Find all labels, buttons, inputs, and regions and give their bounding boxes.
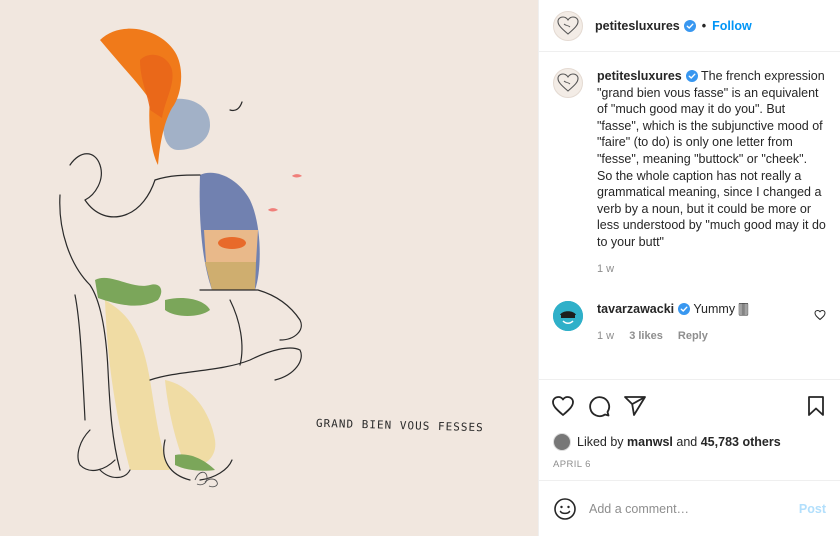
share-icon [624, 395, 646, 416]
caption-timestamp[interactable]: 1 w [597, 263, 614, 275]
likes-others[interactable]: 45,783 others [701, 435, 781, 449]
header-separator: • [701, 18, 707, 33]
comments-section[interactable]: petitesluxures The french expression "gr… [539, 52, 840, 379]
reply-button[interactable]: Reply [678, 330, 708, 342]
caption-username[interactable]: petitesluxures [597, 69, 682, 83]
post-image[interactable]: GRAND BIEN VOUS FESSES [0, 0, 538, 536]
comment-text: Yummy 🀫 [693, 302, 749, 317]
commenter-avatar[interactable] [553, 301, 583, 332]
comment-timestamp[interactable]: 1 w [597, 330, 614, 342]
comment-likes[interactable]: 3 likes [629, 330, 663, 342]
like-button[interactable] [551, 394, 575, 418]
comment-icon [589, 395, 611, 417]
comment-item: tavarzawacki Yummy 🀫 1 w 3 likes Reply [553, 301, 826, 344]
emoji-icon [554, 497, 576, 520]
liker-avatar[interactable] [553, 433, 571, 451]
share-button[interactable] [623, 394, 647, 418]
verified-badge-icon [678, 303, 691, 316]
save-button[interactable] [804, 394, 828, 418]
comment-body: tavarzawacki Yummy 🀫 1 w 3 likes Reply [597, 301, 826, 344]
heart-logo-icon [557, 73, 579, 92]
likes-summary: Liked by manwsl and 45,783 others [539, 431, 840, 453]
caption-comment: petitesluxures The french expression "gr… [553, 68, 826, 277]
artist-signature [194, 471, 218, 488]
likes-prefix: Liked by [577, 435, 624, 449]
comment-like-heart-icon[interactable] [814, 309, 826, 321]
post-sidebar: petitesluxures • Follow petitesluxures T… [538, 0, 840, 536]
illustration [59, 28, 302, 488]
heart-icon [552, 395, 574, 416]
likes-connector: and [676, 435, 698, 449]
caption-text: The french expression "grand bien vous f… [597, 69, 826, 249]
bookmark-icon [808, 395, 824, 416]
author-avatar[interactable] [553, 10, 583, 41]
author-username[interactable]: petitesluxures [595, 19, 680, 33]
post-date[interactable]: APRIL 6 [539, 453, 840, 480]
caption-author-avatar[interactable] [553, 68, 583, 98]
liker-username[interactable]: manwsl [627, 435, 673, 449]
instagram-post: GRAND BIEN VOUS FESSES petitesluxures • … [0, 0, 840, 536]
comment-input[interactable] [589, 501, 799, 516]
commenter-username[interactable]: tavarzawacki [597, 302, 674, 316]
action-bar [539, 379, 840, 431]
comment-meta: 1 w 3 likes Reply [597, 328, 826, 345]
add-comment-bar: Post [539, 480, 840, 536]
heart-logo-icon [557, 15, 579, 35]
commenter-avatar-image [553, 301, 583, 332]
follow-button[interactable]: Follow [712, 19, 752, 33]
verified-badge-icon [685, 70, 698, 82]
post-header: petitesluxures • Follow [539, 0, 840, 52]
verified-badge-icon [683, 19, 696, 32]
caption-body: petitesluxures The french expression "gr… [597, 68, 826, 277]
comment-button[interactable] [587, 394, 611, 418]
caption-meta: 1 w [597, 261, 826, 278]
emoji-button[interactable] [553, 497, 577, 521]
post-comment-button[interactable]: Post [799, 502, 826, 516]
